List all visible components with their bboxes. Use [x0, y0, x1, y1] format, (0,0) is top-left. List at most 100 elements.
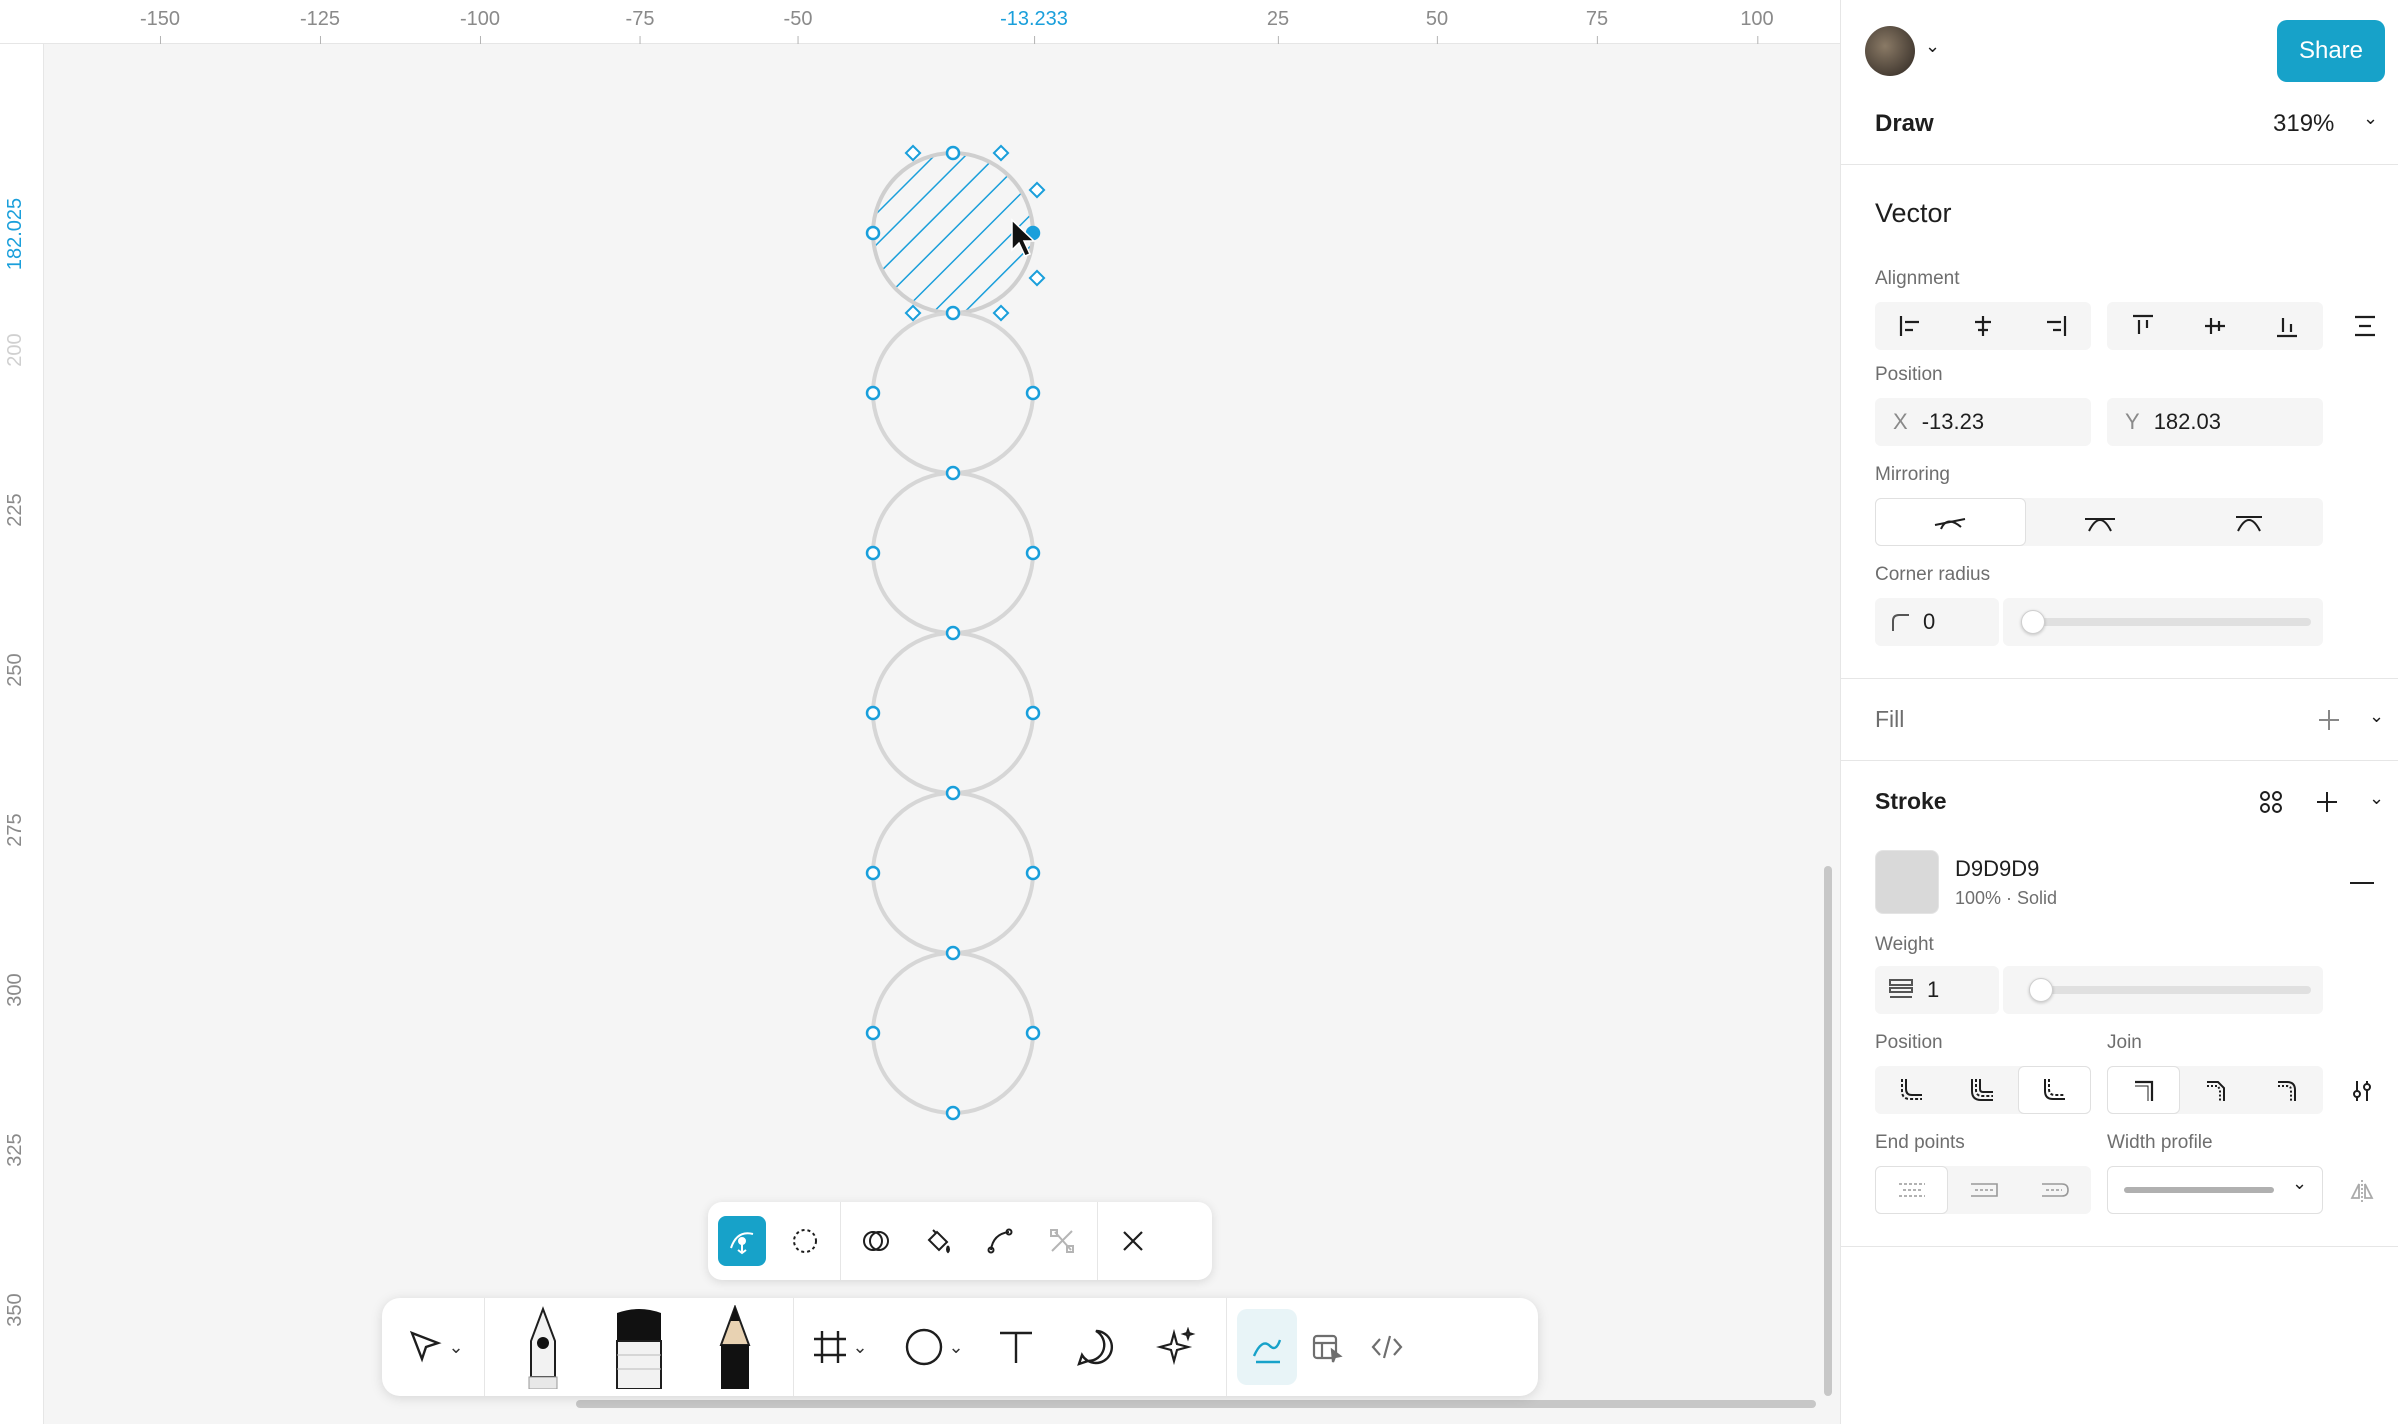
comment-tool-button[interactable] — [1056, 1309, 1136, 1385]
join-miter-button[interactable] — [2107, 1066, 2181, 1114]
pencil-tool-button[interactable] — [687, 1305, 783, 1389]
join-round-button[interactable] — [2252, 1066, 2323, 1114]
end-round-button[interactable] — [2020, 1166, 2091, 1214]
bezier-handle[interactable] — [1028, 269, 1046, 287]
page-name[interactable]: Draw — [1875, 110, 1934, 138]
code-mode-button[interactable] — [1357, 1309, 1417, 1385]
anchor-point[interactable] — [1025, 705, 1041, 721]
text-tool-button[interactable] — [976, 1309, 1056, 1385]
bezier-handle[interactable] — [904, 144, 922, 162]
anchor-point[interactable] — [1025, 865, 1041, 881]
anchor-point[interactable] — [945, 145, 961, 161]
stroke-styles-button[interactable] — [2255, 786, 2287, 818]
circle-shape[interactable] — [871, 631, 1035, 795]
horizontal-scrollbar[interactable] — [576, 1400, 1816, 1408]
anchor-point[interactable] — [865, 865, 881, 881]
share-button[interactable]: Share — [2277, 20, 2385, 82]
circle-shape[interactable] — [871, 951, 1035, 1115]
width-profile-dropdown[interactable]: ⌄ — [2107, 1166, 2323, 1214]
shape-builder-button[interactable] — [845, 1213, 907, 1269]
stroke-weight-slider-knob[interactable] — [2029, 978, 2053, 1002]
anchor-point[interactable] — [945, 1105, 961, 1121]
anchor-point[interactable] — [1025, 545, 1041, 561]
join-bevel-button[interactable] — [2180, 1066, 2251, 1114]
bezier-handle[interactable] — [904, 304, 922, 322]
align-middle-button[interactable] — [2179, 302, 2251, 350]
brush-tool-button[interactable] — [591, 1309, 687, 1389]
close-vector-edit-button[interactable] — [1102, 1213, 1164, 1269]
anchor-point[interactable] — [865, 1025, 881, 1041]
corner-radius-value[interactable]: 0 — [1923, 609, 1935, 635]
paint-bucket-button[interactable] — [907, 1213, 969, 1269]
add-stroke-button[interactable] — [2311, 786, 2343, 818]
circle-shape[interactable] — [871, 471, 1035, 635]
avatar[interactable] — [1865, 26, 1915, 76]
y-position-field[interactable]: Y 182.03 — [2107, 398, 2323, 446]
ai-tool-button[interactable] — [1136, 1309, 1216, 1385]
anchor-point[interactable] — [865, 705, 881, 721]
ellipse-tool-button[interactable]: ⌄ — [892, 1309, 976, 1385]
anchor-point[interactable] — [945, 465, 961, 481]
vertical-scrollbar[interactable] — [1824, 866, 1832, 1396]
move-tool-button[interactable]: ⌄ — [394, 1309, 474, 1385]
mirror-angle-button[interactable] — [2026, 498, 2175, 546]
stroke-color-swatch[interactable] — [1875, 850, 1939, 914]
chevron-down-icon[interactable]: ⌄ — [448, 1337, 463, 1358]
add-fill-button[interactable] — [2313, 704, 2345, 736]
distribute-button[interactable] — [2349, 310, 2381, 342]
end-square-button[interactable] — [1948, 1166, 2019, 1214]
align-bottom-button[interactable] — [2251, 302, 2323, 350]
chevron-down-icon[interactable]: ⌄ — [1925, 36, 1940, 57]
align-top-button[interactable] — [2107, 302, 2179, 350]
corner-radius-slider-knob[interactable] — [2021, 610, 2045, 634]
bezier-handle[interactable] — [992, 144, 1010, 162]
anchor-point[interactable] — [945, 305, 961, 321]
chevron-down-icon[interactable]: ⌄ — [2369, 706, 2384, 727]
stroke-inside-button[interactable] — [1875, 1066, 1946, 1114]
x-position-field[interactable]: X -13.23 — [1875, 398, 2091, 446]
circle-shape[interactable] — [871, 791, 1035, 955]
section-title-fill[interactable]: Fill — [1875, 706, 1904, 733]
circle-shape[interactable] — [871, 311, 1035, 475]
align-right-button[interactable] — [2019, 302, 2091, 350]
design-mode-button[interactable] — [1297, 1309, 1357, 1385]
zoom-level[interactable]: 319% — [2273, 110, 2334, 138]
bezier-handle[interactable] — [992, 304, 1010, 322]
anchor-point[interactable] — [1025, 1025, 1041, 1041]
anchor-point[interactable] — [1025, 385, 1041, 401]
pen-tool-button[interactable] — [495, 1306, 591, 1389]
bend-tool-button[interactable] — [718, 1216, 766, 1266]
chevron-down-icon[interactable]: ⌄ — [852, 1337, 867, 1358]
align-center-h-button[interactable] — [1947, 302, 2019, 350]
y-value[interactable]: 182.03 — [2154, 409, 2221, 435]
curve-button[interactable] — [969, 1213, 1031, 1269]
frame-tool-button[interactable]: ⌄ — [804, 1309, 876, 1385]
chevron-down-icon[interactable]: ⌄ — [2369, 788, 2384, 809]
advanced-stroke-button[interactable] — [2345, 1074, 2379, 1108]
draw-mode-button[interactable] — [1237, 1309, 1297, 1385]
mirror-none-button[interactable] — [1875, 498, 2026, 546]
anchor-point[interactable] — [865, 545, 881, 561]
stroke-weight-field[interactable]: 1 — [1875, 966, 1999, 1014]
canvas[interactable]: -150 -125 -100 -75 -50 -13.233 25 50 75 … — [0, 0, 1840, 1424]
end-none-button[interactable] — [1875, 1166, 1949, 1214]
anchor-point[interactable] — [865, 225, 881, 241]
flip-width-profile-button[interactable] — [2345, 1174, 2379, 1208]
align-left-button[interactable] — [1875, 302, 1947, 350]
x-value[interactable]: -13.23 — [1922, 409, 1984, 435]
bezier-handle[interactable] — [1028, 181, 1046, 199]
zoom-chevron-icon[interactable]: ⌄ — [2363, 108, 2378, 129]
anchor-point[interactable] — [945, 625, 961, 641]
chevron-down-icon[interactable]: ⌄ — [948, 1337, 963, 1358]
lasso-button[interactable] — [774, 1213, 836, 1269]
anchor-point[interactable] — [945, 785, 961, 801]
mirror-angle-length-button[interactable] — [2174, 498, 2323, 546]
remove-stroke-button[interactable] — [2345, 866, 2379, 900]
stroke-color-hex[interactable]: D9D9D9 — [1955, 856, 2039, 882]
selected-circle[interactable] — [871, 151, 1035, 315]
cut-button[interactable] — [1031, 1213, 1093, 1269]
stroke-outside-button[interactable] — [2017, 1066, 2091, 1114]
corner-radius-field[interactable]: 0 — [1875, 598, 1999, 646]
anchor-point[interactable] — [865, 385, 881, 401]
anchor-point[interactable] — [945, 945, 961, 961]
